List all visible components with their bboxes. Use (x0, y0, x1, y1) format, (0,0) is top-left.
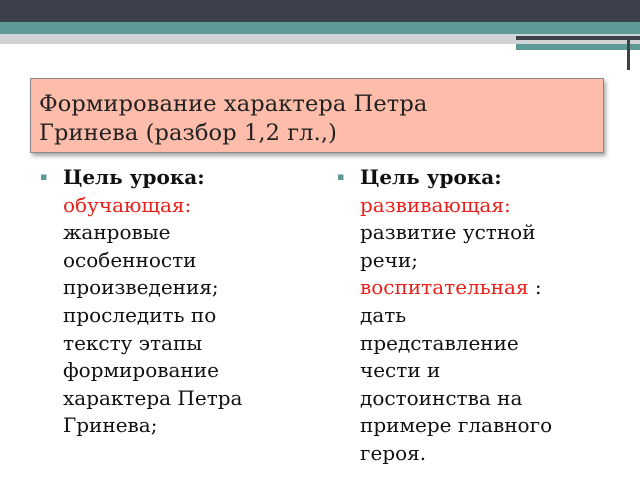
left-line: формирование (63, 358, 219, 383)
right-vertical-accent (627, 36, 630, 70)
right-line: примере главного (360, 413, 553, 438)
right-goal-type-educational: воспитательная (360, 275, 529, 300)
right-line: представление (360, 330, 519, 355)
right-dark-accent-bar (516, 36, 640, 40)
left-column: ▪ Цель урока: обучающая: жанровые особен… (40, 164, 315, 440)
right-goal-label: Цель урока: (360, 165, 502, 189)
left-goal-label: Цель урока: (63, 165, 205, 189)
right-column: ▪ Цель урока: развивающая: развитие устн… (337, 164, 627, 468)
title-line-1: Формирование характера Петра (39, 91, 428, 117)
bullet-icon: ▪ (40, 170, 48, 183)
left-line: произведения; (63, 275, 219, 300)
slide-title-box: Формирование характера Петра Гринева (ра… (30, 78, 604, 153)
left-line: характера Петра (63, 385, 243, 410)
left-line: проследить по (63, 302, 217, 327)
top-dark-bar (0, 0, 640, 22)
right-line: чести и (360, 358, 441, 383)
left-column-body: Цель урока: обучающая: жанровые особенно… (63, 164, 315, 440)
right-column-body: Цель урока: развивающая: развитие устной… (360, 164, 627, 468)
left-line: тексту этапы (63, 330, 203, 355)
right-line: речи; (360, 247, 418, 272)
right-line: развитие устной (360, 220, 536, 245)
bullet-icon: ▪ (337, 170, 345, 183)
left-line: Гринева; (63, 413, 158, 438)
top-teal-bar (0, 22, 640, 34)
right-line: героя. (360, 440, 427, 465)
left-line: особенности (63, 247, 197, 272)
left-goal-type: обучающая: (63, 192, 192, 217)
title-line-2: Гринева (разбор 1,2 гл.,) (39, 120, 337, 146)
right-teal-accent-bar (516, 44, 640, 50)
left-line: жанровые (63, 220, 171, 245)
right-goal-type-colon: : (528, 275, 542, 300)
right-line: достоинства на (360, 385, 523, 410)
slide-title: Формирование характера Петра Гринева (ра… (39, 90, 603, 148)
right-line: дать (360, 302, 407, 327)
right-goal-type-developing: развивающая: (360, 192, 511, 217)
